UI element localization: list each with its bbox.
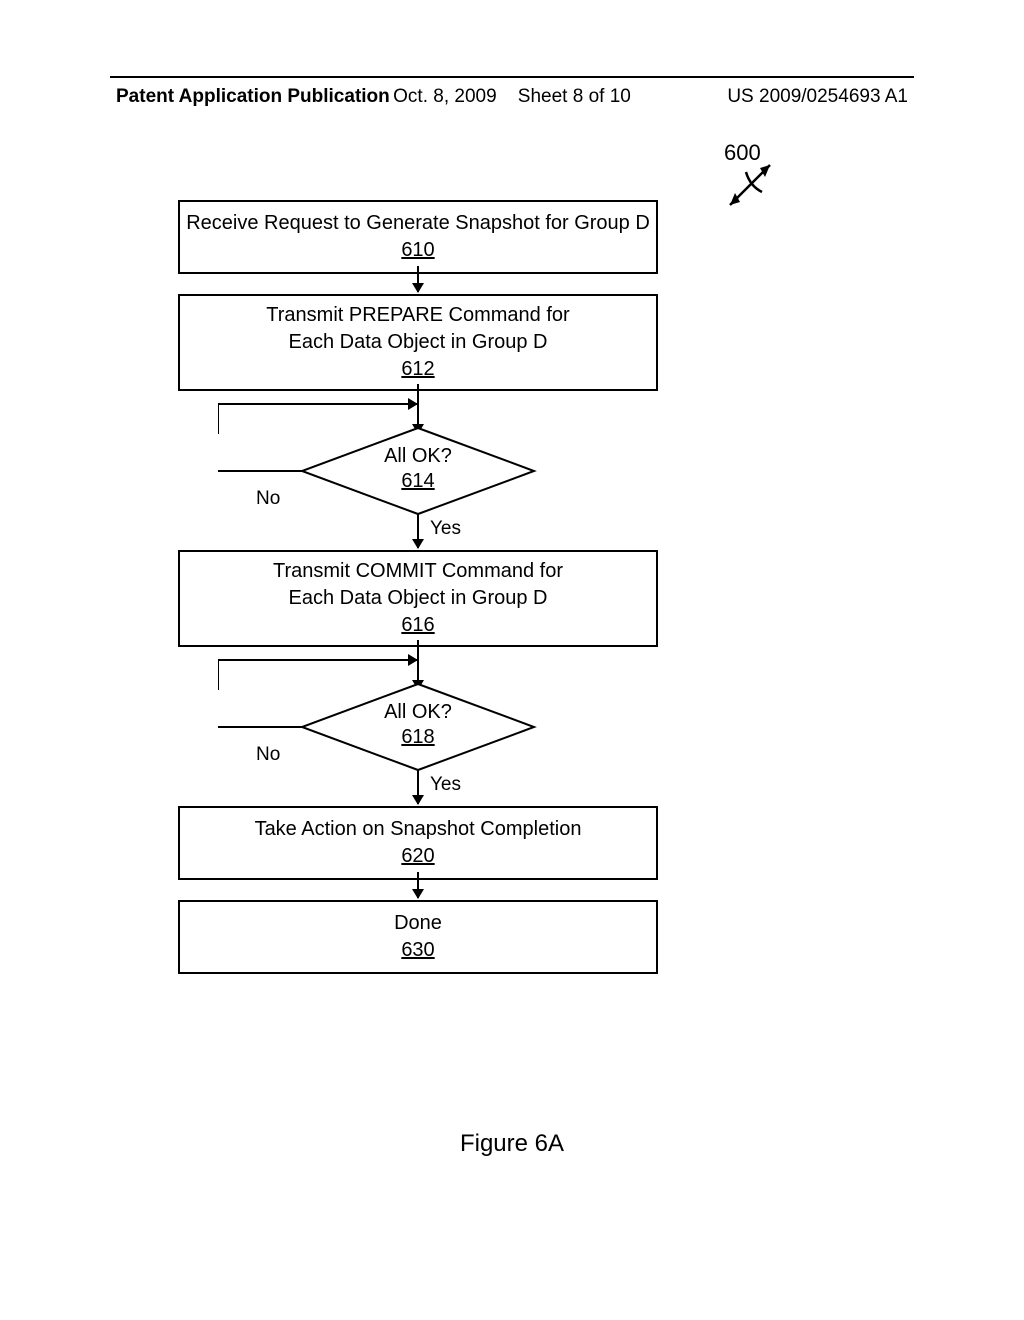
decision-ref: 618: [298, 725, 538, 750]
step-text-line2: Each Data Object in Group D: [186, 329, 650, 356]
page: Patent Application Publication Oct. 8, 2…: [0, 0, 1024, 1320]
header-rule: [110, 76, 914, 78]
decision-ref: 614: [298, 469, 538, 494]
step-transmit-commit: Transmit COMMIT Command for Each Data Ob…: [178, 550, 658, 647]
step-ref: 610: [186, 237, 650, 264]
no-label-1: No: [256, 488, 280, 510]
yes-label-2: Yes: [430, 774, 461, 796]
no-connector-1-icon: [218, 468, 308, 474]
step-text-line1: Transmit COMMIT Command for: [186, 558, 650, 585]
arrow-icon: [417, 770, 419, 804]
step-ref: 616: [186, 612, 650, 639]
arrow-icon: [417, 872, 419, 898]
step-ref: 620: [186, 843, 650, 870]
arrow-icon: [417, 266, 419, 292]
step-text: Take Action on Snapshot Completion: [186, 816, 650, 843]
step-ref: 612: [186, 356, 650, 383]
step-receive-request: Receive Request to Generate Snapshot for…: [178, 200, 658, 274]
step-text-line2: Each Data Object in Group D: [186, 585, 650, 612]
decision-label: All OK?: [298, 444, 538, 469]
figure-caption: Figure 6A: [0, 1130, 1024, 1158]
header-pubno: US 2009/0254693 A1: [727, 86, 908, 108]
step-ref: 630: [186, 937, 650, 964]
step-text: Done: [186, 910, 650, 937]
step-done: Done 630: [178, 900, 658, 974]
header-date: Oct. 8, 2009: [393, 86, 497, 107]
step-transmit-prepare: Transmit PREPARE Command for Each Data O…: [178, 294, 658, 391]
yes-label-1: Yes: [430, 518, 461, 540]
arrow-icon: [417, 514, 419, 548]
reference-swoosh-icon: [720, 160, 780, 220]
step-take-action: Take Action on Snapshot Completion 620: [178, 806, 658, 880]
step-text-line1: Transmit PREPARE Command for: [186, 302, 650, 329]
decision-text-1: All OK? 614: [298, 444, 538, 494]
decision-text-2: All OK? 618: [298, 700, 538, 750]
no-label-2: No: [256, 744, 280, 766]
header-sheet: Sheet 8 of 10: [518, 86, 631, 107]
decision-label: All OK?: [298, 700, 538, 725]
step-text: Receive Request to Generate Snapshot for…: [186, 210, 650, 237]
no-connector-2-icon: [218, 724, 308, 730]
